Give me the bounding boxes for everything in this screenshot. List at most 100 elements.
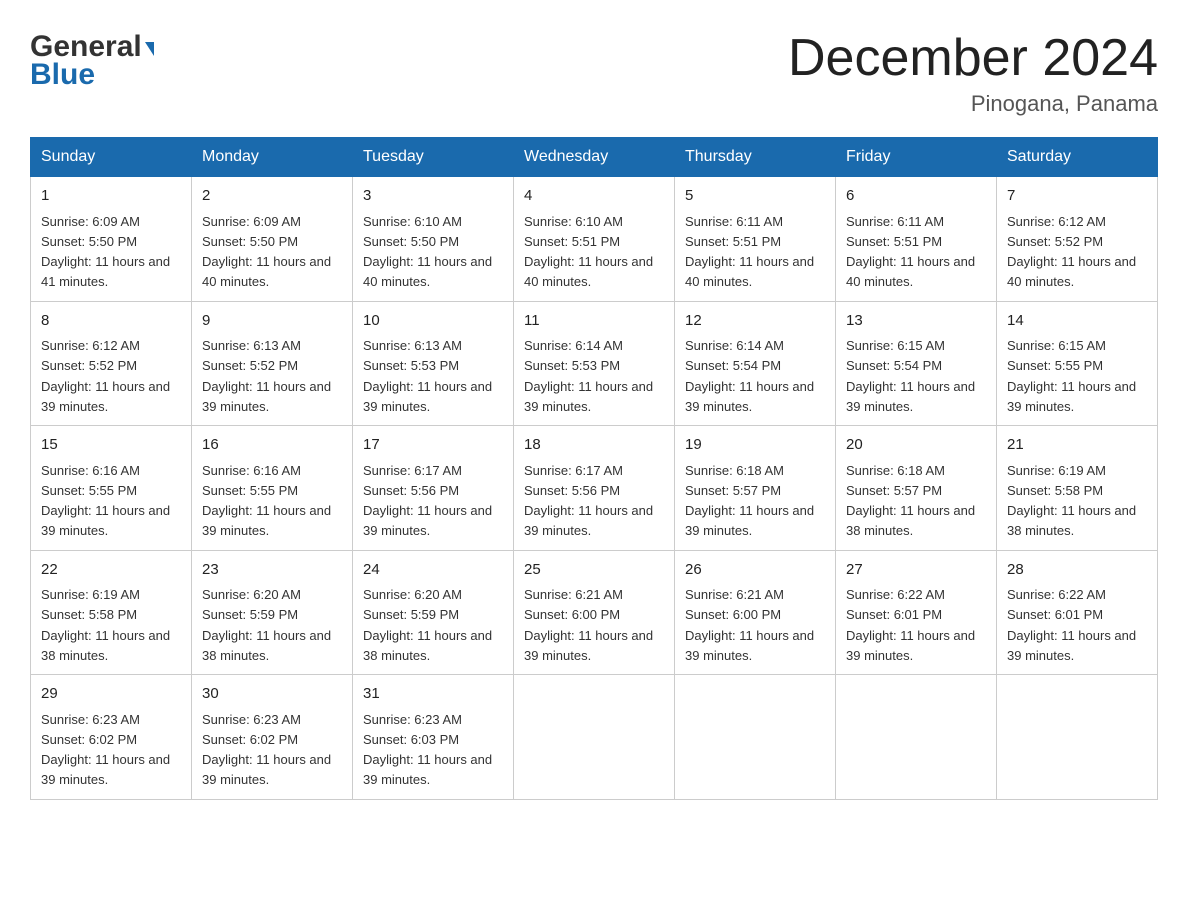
- day-number: 9: [202, 310, 342, 333]
- day-number: 27: [846, 559, 986, 582]
- logo-triangle-icon: [145, 42, 154, 56]
- day-number: 5: [685, 185, 825, 208]
- day-info: Sunrise: 6:14 AMSunset: 5:53 PMDaylight:…: [524, 338, 653, 414]
- calendar-cell: 8Sunrise: 6:12 AMSunset: 5:52 PMDaylight…: [31, 301, 192, 426]
- calendar-table: SundayMondayTuesdayWednesdayThursdayFrid…: [30, 137, 1158, 800]
- day-number: 13: [846, 310, 986, 333]
- main-title: December 2024: [788, 30, 1158, 87]
- day-number: 31: [363, 683, 503, 706]
- day-info: Sunrise: 6:11 AMSunset: 5:51 PMDaylight:…: [846, 214, 975, 290]
- day-number: 25: [524, 559, 664, 582]
- week-row-3: 15 Sunrise: 6:16 AMSunset: 5:55 PMDayligh…: [31, 426, 1158, 551]
- day-number: 6: [846, 185, 986, 208]
- calendar-cell: 28Sunrise: 6:22 AMSunset: 6:01 PMDayligh…: [997, 550, 1158, 675]
- day-number: 12: [685, 310, 825, 333]
- calendar-cell: 21 Sunrise: 6:19 AMSunset: 5:58 PMDayligh…: [997, 426, 1158, 551]
- week-row-1: 1Sunrise: 6:09 AMSunset: 5:50 PMDaylight…: [31, 177, 1158, 302]
- day-number: 11: [524, 310, 664, 333]
- day-number: 7: [1007, 185, 1147, 208]
- calendar-cell: 4 Sunrise: 6:10 AMSunset: 5:51 PMDaylight…: [514, 177, 675, 302]
- header-sunday: Sunday: [31, 138, 192, 177]
- calendar-cell: 5 Sunrise: 6:11 AMSunset: 5:51 PMDaylight…: [675, 177, 836, 302]
- header-wednesday: Wednesday: [514, 138, 675, 177]
- day-info: Sunrise: 6:17 AMSunset: 5:56 PMDaylight:…: [524, 463, 653, 539]
- week-row-4: 22Sunrise: 6:19 AMSunset: 5:58 PMDayligh…: [31, 550, 1158, 675]
- day-info: Sunrise: 6:17 AMSunset: 5:56 PMDaylight:…: [363, 463, 492, 539]
- week-row-2: 8Sunrise: 6:12 AMSunset: 5:52 PMDaylight…: [31, 301, 1158, 426]
- day-number: 15: [41, 434, 181, 457]
- day-info: Sunrise: 6:09 AMSunset: 5:50 PMDaylight:…: [41, 214, 170, 290]
- day-info: Sunrise: 6:16 AMSunset: 5:55 PMDaylight:…: [202, 463, 331, 539]
- day-info: Sunrise: 6:20 AMSunset: 5:59 PMDaylight:…: [363, 587, 492, 663]
- day-info: Sunrise: 6:18 AMSunset: 5:57 PMDaylight:…: [685, 463, 814, 539]
- subtitle: Pinogana, Panama: [788, 91, 1158, 117]
- day-number: 16: [202, 434, 342, 457]
- calendar-cell: 30 Sunrise: 6:23 AMSunset: 6:02 PMDayligh…: [192, 675, 353, 800]
- calendar-cell: 17 Sunrise: 6:17 AMSunset: 5:56 PMDayligh…: [353, 426, 514, 551]
- calendar-cell: 1Sunrise: 6:09 AMSunset: 5:50 PMDaylight…: [31, 177, 192, 302]
- calendar-cell: 27 Sunrise: 6:22 AMSunset: 6:01 PMDayligh…: [836, 550, 997, 675]
- day-number: 14: [1007, 310, 1147, 333]
- day-info: Sunrise: 6:21 AMSunset: 6:00 PMDaylight:…: [685, 587, 814, 663]
- day-info: Sunrise: 6:12 AMSunset: 5:52 PMDaylight:…: [1007, 214, 1136, 290]
- calendar-cell: 20 Sunrise: 6:18 AMSunset: 5:57 PMDayligh…: [836, 426, 997, 551]
- header-monday: Monday: [192, 138, 353, 177]
- week-row-5: 29 Sunrise: 6:23 AMSunset: 6:02 PMDayligh…: [31, 675, 1158, 800]
- logo-blue-text: Blue: [30, 58, 95, 92]
- day-number: 23: [202, 559, 342, 582]
- header-thursday: Thursday: [675, 138, 836, 177]
- day-info: Sunrise: 6:23 AMSunset: 6:02 PMDaylight:…: [41, 712, 170, 788]
- day-number: 30: [202, 683, 342, 706]
- title-block: December 2024 Pinogana, Panama: [788, 30, 1158, 117]
- calendar-cell: 24 Sunrise: 6:20 AMSunset: 5:59 PMDayligh…: [353, 550, 514, 675]
- day-number: 4: [524, 185, 664, 208]
- calendar-cell: [675, 675, 836, 800]
- day-number: 20: [846, 434, 986, 457]
- calendar-cell: 14 Sunrise: 6:15 AMSunset: 5:55 PMDayligh…: [997, 301, 1158, 426]
- day-info: Sunrise: 6:10 AMSunset: 5:51 PMDaylight:…: [524, 214, 653, 290]
- calendar-cell: 25 Sunrise: 6:21 AMSunset: 6:00 PMDayligh…: [514, 550, 675, 675]
- calendar-cell: 18 Sunrise: 6:17 AMSunset: 5:56 PMDayligh…: [514, 426, 675, 551]
- day-number: 18: [524, 434, 664, 457]
- calendar-cell: [514, 675, 675, 800]
- page-header: General Blue December 2024 Pinogana, Pan…: [30, 30, 1158, 117]
- day-info: Sunrise: 6:11 AMSunset: 5:51 PMDaylight:…: [685, 214, 814, 290]
- day-number: 29: [41, 683, 181, 706]
- calendar-cell: 6 Sunrise: 6:11 AMSunset: 5:51 PMDaylight…: [836, 177, 997, 302]
- calendar-cell: 2Sunrise: 6:09 AMSunset: 5:50 PMDaylight…: [192, 177, 353, 302]
- day-number: 19: [685, 434, 825, 457]
- day-info: Sunrise: 6:16 AMSunset: 5:55 PMDaylight:…: [41, 463, 170, 539]
- day-info: Sunrise: 6:22 AMSunset: 6:01 PMDaylight:…: [846, 587, 975, 663]
- day-info: Sunrise: 6:18 AMSunset: 5:57 PMDaylight:…: [846, 463, 975, 539]
- calendar-cell: 15 Sunrise: 6:16 AMSunset: 5:55 PMDayligh…: [31, 426, 192, 551]
- calendar-cell: 7 Sunrise: 6:12 AMSunset: 5:52 PMDaylight…: [997, 177, 1158, 302]
- header-friday: Friday: [836, 138, 997, 177]
- day-number: 24: [363, 559, 503, 582]
- day-number: 10: [363, 310, 503, 333]
- calendar-cell: 26Sunrise: 6:21 AMSunset: 6:00 PMDayligh…: [675, 550, 836, 675]
- day-info: Sunrise: 6:23 AMSunset: 6:03 PMDaylight:…: [363, 712, 492, 788]
- day-number: 8: [41, 310, 181, 333]
- day-number: 21: [1007, 434, 1147, 457]
- logo: General Blue: [30, 30, 154, 92]
- calendar-cell: 23 Sunrise: 6:20 AMSunset: 5:59 PMDayligh…: [192, 550, 353, 675]
- day-number: 17: [363, 434, 503, 457]
- day-info: Sunrise: 6:21 AMSunset: 6:00 PMDaylight:…: [524, 587, 653, 663]
- day-number: 2: [202, 185, 342, 208]
- day-number: 22: [41, 559, 181, 582]
- day-info: Sunrise: 6:23 AMSunset: 6:02 PMDaylight:…: [202, 712, 331, 788]
- day-info: Sunrise: 6:14 AMSunset: 5:54 PMDaylight:…: [685, 338, 814, 414]
- day-info: Sunrise: 6:15 AMSunset: 5:54 PMDaylight:…: [846, 338, 975, 414]
- calendar-cell: 19 Sunrise: 6:18 AMSunset: 5:57 PMDayligh…: [675, 426, 836, 551]
- day-info: Sunrise: 6:20 AMSunset: 5:59 PMDaylight:…: [202, 587, 331, 663]
- day-number: 3: [363, 185, 503, 208]
- calendar-cell: 22Sunrise: 6:19 AMSunset: 5:58 PMDayligh…: [31, 550, 192, 675]
- day-info: Sunrise: 6:19 AMSunset: 5:58 PMDaylight:…: [1007, 463, 1136, 539]
- calendar-cell: 11 Sunrise: 6:14 AMSunset: 5:53 PMDayligh…: [514, 301, 675, 426]
- day-info: Sunrise: 6:22 AMSunset: 6:01 PMDaylight:…: [1007, 587, 1136, 663]
- calendar-cell: 9Sunrise: 6:13 AMSunset: 5:52 PMDaylight…: [192, 301, 353, 426]
- calendar-cell: 16 Sunrise: 6:16 AMSunset: 5:55 PMDayligh…: [192, 426, 353, 551]
- day-info: Sunrise: 6:15 AMSunset: 5:55 PMDaylight:…: [1007, 338, 1136, 414]
- calendar-cell: 13 Sunrise: 6:15 AMSunset: 5:54 PMDayligh…: [836, 301, 997, 426]
- calendar-cell: 10Sunrise: 6:13 AMSunset: 5:53 PMDayligh…: [353, 301, 514, 426]
